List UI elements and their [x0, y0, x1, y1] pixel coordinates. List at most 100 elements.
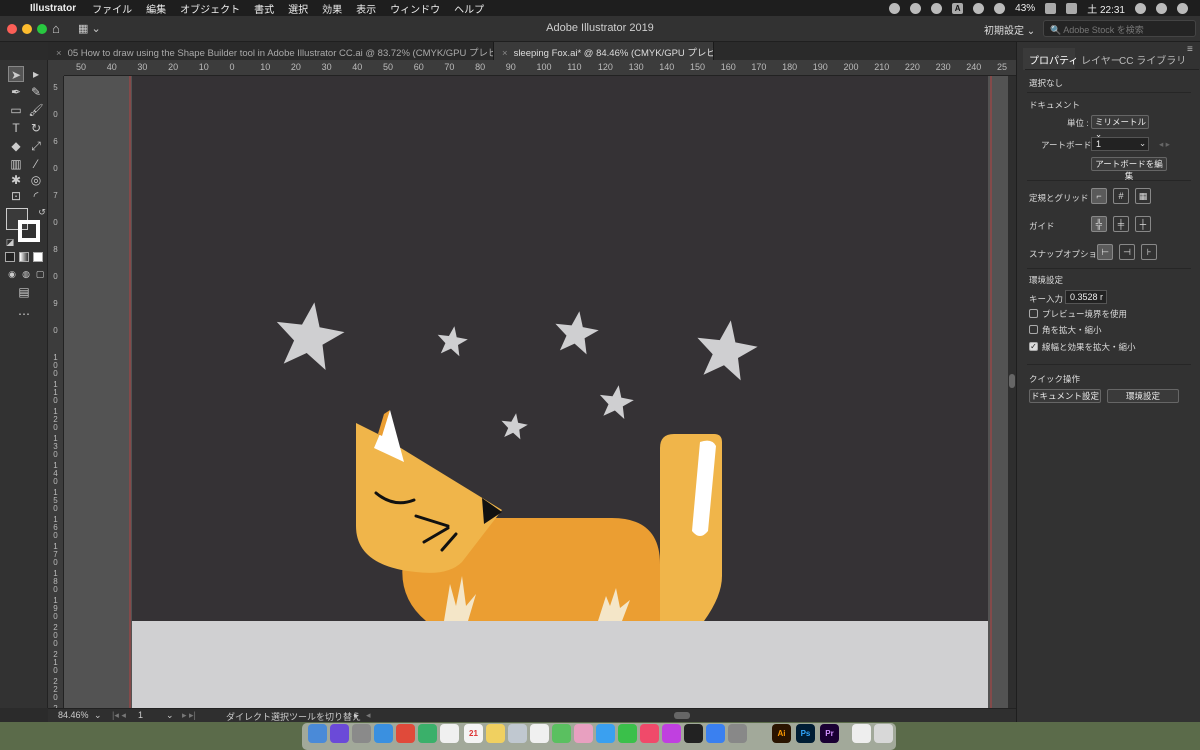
artboard-tool-icon[interactable]: ⊡: [8, 188, 24, 204]
rotate-tool-icon[interactable]: ↻: [28, 120, 44, 136]
hscroll-left-icon[interactable]: ◂: [366, 710, 371, 721]
siri-icon[interactable]: [330, 724, 349, 743]
battery-icon[interactable]: [1045, 2, 1057, 14]
selection-tool-icon[interactable]: ➤: [8, 66, 24, 82]
messages-icon[interactable]: [596, 724, 615, 743]
menu-window[interactable]: ウィンドウ: [390, 1, 440, 16]
menu-help[interactable]: ヘルプ: [454, 1, 484, 16]
menu-edit[interactable]: 編集: [146, 1, 166, 16]
launchpad-icon[interactable]: [352, 724, 371, 743]
color-mode-icon[interactable]: [5, 252, 15, 262]
close-tab-icon[interactable]: ×: [56, 48, 62, 59]
user-avatar[interactable]: [1156, 2, 1167, 14]
transparency-grid-icon[interactable]: ▦: [1135, 188, 1151, 204]
status-menu-icon[interactable]: ▸: [354, 710, 359, 721]
tab-sleeping-fox[interactable]: × sleeping Fox.ai* @ 84.46% (CMYK/GPU プレビ…: [494, 42, 714, 60]
snap-to-pixel-icon[interactable]: ⊣: [1119, 244, 1135, 260]
tab-shape-builder-doc[interactable]: × 05 How to draw using the Shape Builder …: [48, 42, 494, 60]
creative-cloud-icon[interactable]: [889, 2, 901, 14]
zoom-dropdown-icon[interactable]: ⌄: [94, 710, 102, 721]
screen-mode-icon[interactable]: ▤: [16, 284, 32, 300]
close-tab-icon[interactable]: ×: [502, 48, 508, 59]
shape-builder-tool-icon[interactable]: ◎: [28, 172, 44, 188]
search-icon[interactable]: [1135, 2, 1146, 14]
system-preferences-icon[interactable]: [728, 724, 747, 743]
ground[interactable]: [132, 621, 988, 708]
wifi-icon[interactable]: [994, 2, 1006, 14]
key-input-field[interactable]: 0.3528 r: [1065, 290, 1107, 304]
photoshop-dock-icon[interactable]: Ps: [796, 724, 815, 743]
units-dropdown[interactable]: ミリメートル ⌄: [1091, 115, 1149, 139]
canvas-area[interactable]: [64, 76, 1008, 708]
chrome-icon[interactable]: [396, 724, 415, 743]
panel-menu-icon[interactable]: ≡: [1187, 44, 1193, 55]
grid-icon[interactable]: #: [1113, 188, 1129, 204]
zoom-level[interactable]: 84.46%: [58, 710, 89, 720]
menu-object[interactable]: オブジェクト: [180, 1, 240, 16]
menu-select[interactable]: 選択: [288, 1, 308, 16]
rectangle-tool-icon[interactable]: ▭: [8, 102, 24, 118]
illustrator-dock-icon[interactable]: Ai: [772, 724, 791, 743]
hand-tool-icon[interactable]: ◜: [28, 188, 44, 204]
gradient-tool-icon[interactable]: ▥: [8, 156, 24, 172]
app-icon[interactable]: [440, 724, 459, 743]
document-setup-button[interactable]: ドキュメント設定: [1029, 389, 1101, 403]
snap-to-point-icon[interactable]: ⊢: [1097, 244, 1113, 260]
paintbrush-tool-icon[interactable]: 🖌: [28, 102, 44, 118]
artboard-svg[interactable]: [64, 76, 1008, 708]
artboard-number[interactable]: 1: [138, 710, 143, 720]
ruler-icon[interactable]: ⌐: [1091, 188, 1107, 204]
safari-icon[interactable]: [374, 724, 393, 743]
hscroll-thumb[interactable]: [674, 712, 690, 719]
scale-corners-checkbox[interactable]: [1029, 325, 1038, 334]
stroke-swatch[interactable]: [18, 220, 40, 242]
premiere-dock-icon[interactable]: Pr: [820, 724, 839, 743]
workspace-switcher[interactable]: 初期設定 ⌄: [984, 22, 1035, 37]
draw-inside-icon[interactable]: ▢: [32, 266, 48, 282]
snap-to-glyph-icon[interactable]: ⊦: [1141, 244, 1157, 260]
tab-properties[interactable]: プロパティ: [1029, 52, 1078, 67]
menu-app-name[interactable]: Illustrator: [30, 3, 76, 14]
bluetooth-icon[interactable]: [973, 2, 985, 14]
notification-center-icon[interactable]: [1177, 2, 1188, 14]
artboard-dropdown-icon[interactable]: ⌄: [166, 710, 174, 721]
preview-bounds-checkbox[interactable]: [1029, 309, 1038, 318]
downloads-stack-icon[interactable]: [852, 724, 871, 743]
app-store-icon[interactable]: [706, 724, 725, 743]
status-icon[interactable]: [931, 2, 943, 14]
menu-file[interactable]: ファイル: [92, 1, 132, 16]
facetime-icon[interactable]: [618, 724, 637, 743]
keyboard-icon[interactable]: [1066, 2, 1078, 14]
apple-tv-icon[interactable]: [684, 724, 703, 743]
battery-percent[interactable]: 43%: [1015, 3, 1035, 14]
app-icon[interactable]: [418, 724, 437, 743]
tab-cc-libraries[interactable]: CC ライブラリ: [1119, 52, 1186, 67]
default-fill-stroke-icon[interactable]: ◪: [2, 234, 18, 250]
last-artboard-icon[interactable]: ▸ ▸|: [182, 710, 196, 721]
gradient-mode-icon[interactable]: [19, 252, 29, 262]
direct-selection-tool-icon[interactable]: ▸: [28, 66, 44, 82]
artboard-prev-icon[interactable]: ◂ ▸: [1159, 139, 1170, 150]
puppet-warp-tool-icon[interactable]: ✱: [8, 172, 24, 188]
scale-tool-icon[interactable]: ⤢: [28, 138, 44, 154]
scroll-thumb[interactable]: [1009, 374, 1015, 388]
edit-toolbar-icon[interactable]: ⋯: [16, 306, 32, 322]
curvature-tool-icon[interactable]: ✎: [28, 84, 44, 100]
lock-guides-icon[interactable]: ╪: [1113, 216, 1129, 232]
podcasts-icon[interactable]: [662, 724, 681, 743]
preferences-button[interactable]: 環境設定: [1107, 389, 1179, 403]
preview-icon[interactable]: [508, 724, 527, 743]
menu-view[interactable]: 表示: [356, 1, 376, 16]
status-icon[interactable]: [910, 2, 922, 14]
input-method-icon[interactable]: A: [952, 2, 964, 14]
maps-icon[interactable]: [552, 724, 571, 743]
photos-icon[interactable]: [574, 724, 593, 743]
none-mode-icon[interactable]: [33, 252, 43, 262]
stock-search-input[interactable]: 🔍 Adobe Stock を検索: [1043, 20, 1196, 37]
show-guides-icon[interactable]: ╬: [1091, 216, 1107, 232]
finder-icon[interactable]: [308, 724, 327, 743]
menu-type[interactable]: 書式: [254, 1, 274, 16]
type-tool-icon[interactable]: T: [8, 120, 24, 136]
clock[interactable]: 土 22:31: [1087, 1, 1125, 16]
ruler-origin[interactable]: [48, 60, 64, 76]
